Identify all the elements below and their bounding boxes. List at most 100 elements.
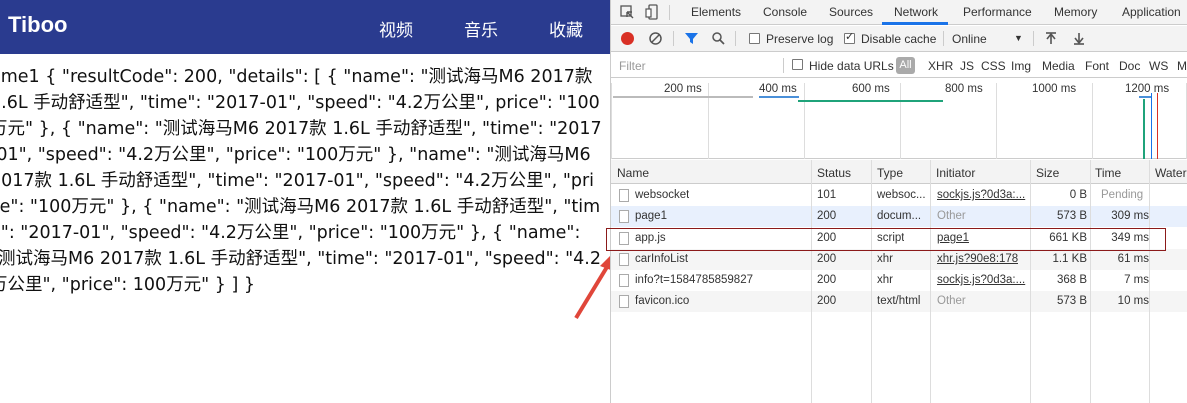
nav-link-video[interactable]: 视频 bbox=[379, 16, 413, 41]
request-initiator: Other bbox=[937, 210, 966, 222]
request-size: 573 B bbox=[1056, 295, 1087, 307]
request-status: 200 bbox=[817, 210, 837, 222]
request-type: xhr bbox=[877, 253, 893, 265]
inspect-element-icon[interactable] bbox=[619, 4, 635, 20]
nav-link-music[interactable]: 音乐 bbox=[464, 16, 498, 41]
disable-cache-label[interactable]: Disable cache bbox=[861, 32, 936, 46]
device-toolbar-icon[interactable] bbox=[644, 4, 660, 20]
table-header: Name Status Type Initiator Size Time Wat… bbox=[611, 160, 1187, 184]
import-har-icon[interactable] bbox=[1044, 31, 1058, 46]
tab-performance[interactable]: Performance bbox=[963, 5, 1032, 19]
json-response-text: ame1 { "resultCode": 200, "details": [ {… bbox=[0, 67, 602, 295]
tab-elements[interactable]: Elements bbox=[691, 5, 741, 19]
timeline-tick: 200 ms bbox=[664, 83, 702, 95]
request-name[interactable]: page1 bbox=[635, 210, 667, 222]
tab-network[interactable]: Network bbox=[894, 5, 938, 19]
tab-application[interactable]: Application bbox=[1122, 5, 1181, 19]
network-toolbar: Preserve log Disable cache Online ▼ bbox=[611, 26, 1187, 52]
timeline-tick: 1200 ms bbox=[1125, 83, 1170, 95]
brand-logo[interactable]: Tiboo bbox=[8, 12, 67, 38]
devtools-tabbar: Elements Console Sources Network Perform… bbox=[611, 0, 1187, 25]
filter-doc[interactable]: Doc bbox=[1119, 59, 1140, 73]
request-time: 10 ms bbox=[1117, 295, 1149, 307]
nav-link-favorites[interactable]: 收藏 bbox=[549, 16, 583, 41]
request-name[interactable]: favicon.ico bbox=[635, 295, 689, 307]
highlight-box-app-js bbox=[606, 228, 1166, 251]
request-time: Pending bbox=[1101, 189, 1144, 201]
tab-sources[interactable]: Sources bbox=[829, 5, 873, 19]
tab-console[interactable]: Console bbox=[763, 5, 807, 19]
table-row[interactable]: info?t=1584785859827 200 xhr sockjs.js?0… bbox=[611, 270, 1187, 291]
request-status: 200 bbox=[817, 274, 837, 286]
domcontentloaded-marker bbox=[1151, 93, 1152, 159]
timeline-tick: 800 ms bbox=[945, 83, 983, 95]
request-status: 200 bbox=[817, 295, 837, 307]
timeline-bar bbox=[613, 96, 753, 98]
table-row[interactable]: page1 200 docum... Other 573 B 309 ms bbox=[611, 206, 1187, 227]
search-icon[interactable] bbox=[711, 31, 726, 46]
request-name[interactable]: carInfoList bbox=[635, 253, 688, 265]
request-initiator[interactable]: sockjs.js?0d3a:... bbox=[937, 189, 1029, 201]
timeline-tick: 600 ms bbox=[852, 83, 890, 95]
column-status[interactable]: Status bbox=[817, 166, 851, 180]
table-row[interactable]: carInfoList 200 xhr xhr.js?90e8:178 1.1 … bbox=[611, 249, 1187, 270]
column-name[interactable]: Name bbox=[617, 166, 649, 180]
table-row[interactable]: favicon.ico 200 text/html Other 573 B 10… bbox=[611, 291, 1187, 312]
timeline-overview[interactable]: 200 ms 400 ms 600 ms 800 ms 1000 ms 1200… bbox=[611, 79, 1187, 159]
active-tab-indicator bbox=[882, 22, 948, 25]
request-size: 573 B bbox=[1056, 210, 1087, 222]
preserve-log-checkbox[interactable] bbox=[749, 33, 760, 44]
file-icon bbox=[619, 189, 629, 202]
request-initiator: Other bbox=[937, 295, 966, 307]
web-page: Tiboo 视频 音乐 收藏 ame1 { "resultCode": 200,… bbox=[0, 0, 610, 403]
filter-media[interactable]: Media bbox=[1042, 59, 1075, 73]
load-event-marker bbox=[1157, 93, 1158, 159]
disable-cache-checkbox[interactable] bbox=[844, 30, 855, 44]
request-status: 101 bbox=[817, 189, 837, 201]
filter-xhr[interactable]: XHR bbox=[928, 59, 953, 73]
file-icon bbox=[619, 295, 629, 308]
request-time: 7 ms bbox=[1124, 274, 1149, 286]
filter-icon[interactable] bbox=[684, 31, 699, 46]
export-har-icon[interactable] bbox=[1072, 31, 1086, 46]
clear-icon[interactable] bbox=[648, 31, 663, 46]
column-waterfall[interactable]: Water bbox=[1155, 166, 1187, 180]
hide-data-urls-label[interactable]: Hide data URLs bbox=[809, 59, 894, 73]
devtools-panel: Elements Console Sources Network Perform… bbox=[610, 0, 1187, 403]
request-name[interactable]: info?t=1584785859827 bbox=[635, 274, 753, 286]
file-icon bbox=[619, 253, 629, 266]
timeline-tick: 400 ms bbox=[759, 83, 797, 95]
filter-font[interactable]: Font bbox=[1085, 59, 1109, 73]
request-initiator[interactable]: xhr.js?90e8:178 bbox=[937, 253, 1018, 265]
column-time[interactable]: Time bbox=[1095, 166, 1121, 180]
request-name[interactable]: websocket bbox=[635, 189, 689, 201]
column-type[interactable]: Type bbox=[877, 166, 903, 180]
request-size: 0 B bbox=[1069, 189, 1087, 201]
filter-ws[interactable]: WS bbox=[1149, 59, 1168, 73]
column-initiator[interactable]: Initiator bbox=[936, 166, 975, 180]
throttling-select[interactable]: Online bbox=[952, 32, 987, 46]
tab-memory[interactable]: Memory bbox=[1054, 5, 1097, 19]
request-initiator[interactable]: sockjs.js?0d3a:... bbox=[937, 274, 1029, 286]
request-size: 1.1 KB bbox=[1052, 253, 1087, 265]
preserve-log-label[interactable]: Preserve log bbox=[766, 32, 833, 46]
column-size[interactable]: Size bbox=[1036, 166, 1059, 180]
timeline-tick: 1000 ms bbox=[1032, 83, 1077, 95]
chevron-down-icon: ▼ bbox=[1014, 33, 1023, 43]
filter-img[interactable]: Img bbox=[1011, 59, 1031, 73]
record-button[interactable] bbox=[621, 32, 634, 45]
filter-input[interactable]: Filter bbox=[619, 59, 646, 73]
filter-manifest[interactable]: M bbox=[1177, 59, 1187, 73]
filter-all-button[interactable]: All bbox=[896, 57, 915, 74]
table-row[interactable]: websocket 101 websoc... sockjs.js?0d3a:.… bbox=[611, 185, 1187, 206]
file-icon bbox=[619, 210, 629, 223]
request-status: 200 bbox=[817, 253, 837, 265]
hide-data-urls-checkbox[interactable] bbox=[792, 59, 803, 70]
request-type: text/html bbox=[877, 295, 921, 307]
timeline-bar bbox=[1139, 96, 1151, 98]
filter-js[interactable]: JS bbox=[960, 59, 974, 73]
navbar: Tiboo 视频 音乐 收藏 bbox=[0, 0, 610, 54]
filter-css[interactable]: CSS bbox=[981, 59, 1006, 73]
request-size: 368 B bbox=[1056, 274, 1087, 286]
request-type: websoc... bbox=[877, 189, 926, 201]
